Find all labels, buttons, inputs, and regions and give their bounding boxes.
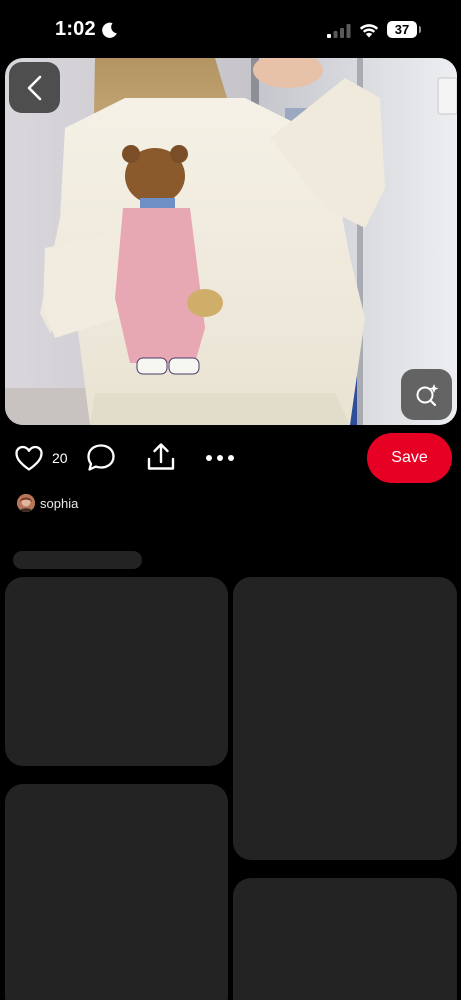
share-icon[interactable] xyxy=(145,441,177,473)
avatar xyxy=(17,494,35,512)
comment-icon[interactable] xyxy=(86,442,116,474)
author-name: sophia xyxy=(40,495,79,511)
status-time: 1:02 xyxy=(55,18,96,40)
save-button[interactable]: Save xyxy=(367,433,452,483)
like-count: 20 xyxy=(52,450,68,466)
status-bar: 1:02 37 xyxy=(0,0,461,58)
pin-author[interactable]: sophia xyxy=(17,493,78,513)
battery-icon: 37 xyxy=(387,21,417,38)
related-pin-placeholder[interactable] xyxy=(5,784,228,1000)
pin-action-bar: 20 Save xyxy=(0,432,461,484)
related-pin-placeholder[interactable] xyxy=(5,577,228,766)
related-pin-placeholder[interactable] xyxy=(233,878,457,1000)
back-button[interactable] xyxy=(9,62,60,113)
pin-detail-screen: 1:02 37 20 Save sophia xyxy=(0,0,461,1000)
moon-icon xyxy=(102,22,117,38)
heart-icon xyxy=(15,445,43,471)
visual-search-icon xyxy=(416,383,438,406)
section-title-placeholder xyxy=(13,551,142,569)
battery-tip xyxy=(419,26,421,33)
pin-image-illustration xyxy=(5,58,457,425)
more-dots-icon[interactable] xyxy=(203,446,237,470)
pin-image[interactable] xyxy=(5,58,457,425)
like-button[interactable]: 20 xyxy=(14,442,68,474)
wifi-icon xyxy=(359,24,379,38)
visual-search-button[interactable] xyxy=(401,369,452,420)
signal-icon xyxy=(327,24,351,38)
back-chevron-icon xyxy=(27,75,41,100)
related-pin-placeholder[interactable] xyxy=(233,577,457,860)
